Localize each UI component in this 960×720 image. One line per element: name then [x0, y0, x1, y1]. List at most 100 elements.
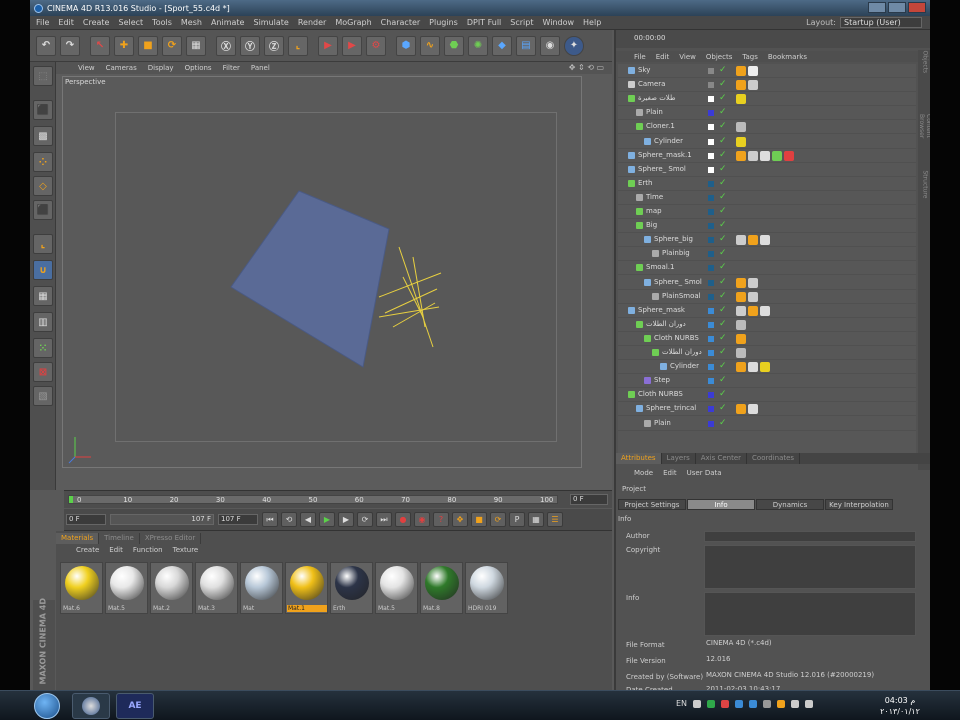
cube-icon[interactable]: ⬢ [396, 35, 416, 56]
object-row[interactable]: Sphere_mask.1 ✓ [618, 149, 916, 163]
object-row[interactable]: Smoal.1 ✓ [618, 261, 916, 276]
author-field[interactable] [704, 531, 916, 542]
nurbs-icon[interactable]: ⬣ [444, 35, 464, 56]
object-row[interactable]: Plainbig ✓ [618, 247, 916, 262]
menu-mograph[interactable]: MoGraph [335, 18, 371, 27]
minimize-button[interactable] [868, 2, 886, 13]
tray-security-icon[interactable] [721, 699, 730, 708]
subtab-dynamics[interactable]: Dynamics [756, 499, 824, 510]
planar-workplane-icon[interactable]: ▧ [33, 386, 53, 406]
locked-workplane-icon[interactable]: ⊠ [33, 362, 53, 382]
visibility-check-icon[interactable]: ✓ [719, 65, 727, 75]
object-tag-icon[interactable] [748, 404, 758, 415]
start-button[interactable] [34, 693, 60, 719]
subtab-info[interactable]: Info [687, 499, 755, 510]
viewport-menu-display[interactable]: Display [148, 64, 174, 72]
animation-mode-icon[interactable]: ▦ [33, 286, 53, 306]
object-row[interactable]: Camera ✓ [618, 78, 916, 93]
visibility-check-icon[interactable]: ✓ [719, 93, 727, 103]
menu-mesh[interactable]: Mesh [181, 18, 202, 27]
material-thumbnail[interactable]: HDRI 019 [465, 562, 508, 614]
material-menu-texture[interactable]: Texture [173, 546, 199, 554]
object-row[interactable]: دوران الطلات ✓ [618, 318, 916, 332]
model-mode-icon[interactable]: ⬛ [33, 100, 53, 120]
keyframe-selection-icon[interactable]: ? [433, 512, 449, 527]
material-menu-edit[interactable]: Edit [109, 546, 123, 554]
material-menu-create[interactable]: Create [76, 546, 99, 554]
menu-plugins[interactable]: Plugins [429, 18, 458, 27]
object-tag-icon[interactable] [760, 305, 770, 316]
object-row[interactable]: PlainSmoal ✓ [618, 290, 916, 304]
tray-usb-icon[interactable] [763, 699, 772, 708]
visibility-check-icon[interactable]: ✓ [719, 136, 727, 146]
x-axis-icon[interactable]: Ⓧ [216, 35, 236, 56]
end-frame-field[interactable]: 107 F [218, 514, 258, 525]
scale-icon[interactable]: ■ [138, 35, 158, 56]
maximize-button[interactable] [888, 2, 906, 13]
material-thumbnail[interactable]: Mat.1 [285, 562, 328, 614]
object-row[interactable]: Sphere_big ✓ [618, 233, 916, 248]
next-frame-icon[interactable]: ▶ [338, 512, 354, 527]
object-tag-icon[interactable] [748, 277, 758, 288]
menu-file[interactable]: File [36, 18, 49, 27]
object-menu-tags[interactable]: Tags [742, 53, 758, 61]
axis-mode-icon[interactable]: ⌞ [33, 234, 53, 254]
viewport-nav-icons[interactable]: ✥ ⇕ ⟲ ▭ [569, 63, 604, 72]
object-tag-icon[interactable] [736, 305, 746, 316]
visibility-check-icon[interactable]: ✓ [719, 277, 727, 287]
coordinate-system-icon[interactable]: ⌞ [288, 35, 308, 56]
live-selection-icon[interactable]: ↖ [90, 35, 110, 56]
material-thumbnail[interactable]: Mat [240, 562, 283, 614]
render-settings-icon[interactable]: ⚙ [366, 35, 386, 56]
object-tag-icon[interactable] [736, 136, 746, 147]
points-mode-icon[interactable]: ⁘ [33, 152, 53, 172]
visibility-check-icon[interactable]: ✓ [719, 418, 727, 428]
play-icon[interactable]: ▶ [319, 512, 335, 527]
attribute-menu-user-data[interactable]: User Data [687, 469, 722, 477]
object-tag-icon[interactable] [760, 362, 770, 373]
object-row[interactable]: map ✓ [618, 205, 916, 219]
object-row[interactable]: Erth ✓ [618, 177, 916, 191]
object-tag-icon[interactable] [772, 150, 782, 161]
deformer-icon[interactable]: ◆ [492, 35, 512, 56]
layout-dropdown[interactable]: Startup (User) [840, 17, 922, 28]
material-tab-xpresso-editor[interactable]: XPresso Editor [140, 533, 202, 544]
render-view-icon[interactable]: ▶ [318, 35, 338, 56]
material-thumbnail[interactable]: Mat.8 [420, 562, 463, 614]
timeline-window-icon[interactable]: ☰ [547, 512, 563, 527]
previous-frame-icon[interactable]: ◀ [300, 512, 316, 527]
go-to-end-icon[interactable]: ⏭ [376, 512, 392, 527]
attribute-tab-axis-center[interactable]: Axis Center [696, 453, 748, 464]
menu-select[interactable]: Select [118, 18, 143, 27]
object-row[interactable]: Cylinder ✓ [618, 135, 916, 149]
visibility-check-icon[interactable]: ✓ [719, 403, 727, 413]
visibility-check-icon[interactable]: ✓ [719, 291, 727, 301]
key-pla-icon[interactable]: ▦ [528, 512, 544, 527]
visibility-check-icon[interactable]: ✓ [719, 234, 727, 244]
taskbar-ae-app[interactable]: AE [116, 693, 154, 719]
go-to-start-icon[interactable]: ⏮ [262, 512, 278, 527]
object-row[interactable]: Cylinder ✓ [618, 360, 916, 375]
object-row[interactable]: Cloth NURBS ✓ [618, 388, 916, 403]
object-tag-icon[interactable] [736, 122, 746, 133]
tray-update-icon[interactable] [749, 699, 758, 708]
object-tag-icon[interactable] [736, 333, 746, 344]
autokey-icon[interactable]: ◉ [414, 512, 430, 527]
menu-edit[interactable]: Edit [58, 18, 74, 27]
taskbar-clock[interactable]: 04:03 م ٢٠١٣/٠١/١٢ [870, 695, 930, 717]
object-tag-icon[interactable] [736, 319, 746, 330]
object-row[interactable]: Big ✓ [618, 219, 916, 234]
subtab-key-interpolation[interactable]: Key Interpolation [825, 499, 893, 510]
visibility-check-icon[interactable]: ✓ [719, 333, 727, 343]
visibility-check-icon[interactable]: ✓ [719, 389, 727, 399]
taskbar-c4d-app[interactable] [72, 693, 110, 719]
object-row[interactable]: Plain ✓ [618, 417, 916, 431]
menu-tools[interactable]: Tools [152, 18, 172, 27]
object-row[interactable]: Plain ✓ [618, 106, 916, 121]
tray-bluetooth-icon[interactable] [735, 699, 744, 708]
material-menu-function[interactable]: Function [133, 546, 163, 554]
object-tag-icon[interactable] [736, 235, 746, 246]
key-parameter-icon[interactable]: P [509, 512, 525, 527]
menu-create[interactable]: Create [83, 18, 110, 27]
object-menu-objects[interactable]: Objects [706, 53, 732, 61]
